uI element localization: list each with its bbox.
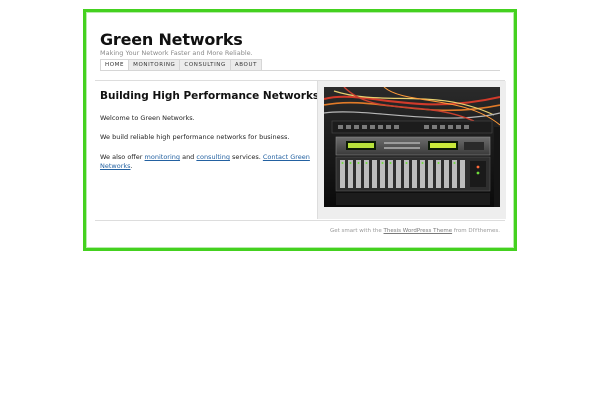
footer-prefix: Get smart with the [330, 228, 384, 234]
monitoring-link[interactable]: monitoring [145, 153, 180, 161]
network-rack-illustration [324, 87, 500, 207]
thesis-theme-link[interactable]: Thesis WordPress Theme [384, 228, 453, 234]
welcome-text: Welcome to Green Networks. [100, 114, 195, 122]
site-tagline: Making Your Network Faster and More Reli… [100, 49, 253, 57]
header-divider [100, 70, 500, 71]
period-text: . [130, 161, 133, 170]
reliable-text: We build reliable high performance netwo… [100, 133, 290, 141]
site-footer: Get smart with the Thesis WordPress Them… [330, 228, 500, 234]
consulting-link[interactable]: consulting [196, 153, 230, 161]
and-text: and [180, 153, 197, 161]
post-headline: Building High Performance Networks [100, 90, 320, 102]
offer-prefix: We also offer [100, 153, 145, 161]
sidebar [317, 81, 506, 219]
content-bottom-divider [95, 220, 505, 221]
page-frame: Green Networks Making Your Network Faste… [83, 9, 517, 251]
services-text: services. [229, 153, 263, 161]
footer-suffix: from DIYthemes. [452, 228, 500, 234]
network-rack-photo [324, 87, 500, 207]
main-content: Building High Performance Networks Welco… [100, 90, 320, 170]
site-title[interactable]: Green Networks [100, 30, 243, 49]
offer-paragraph: We also offer monitoring and consulting … [100, 153, 310, 170]
